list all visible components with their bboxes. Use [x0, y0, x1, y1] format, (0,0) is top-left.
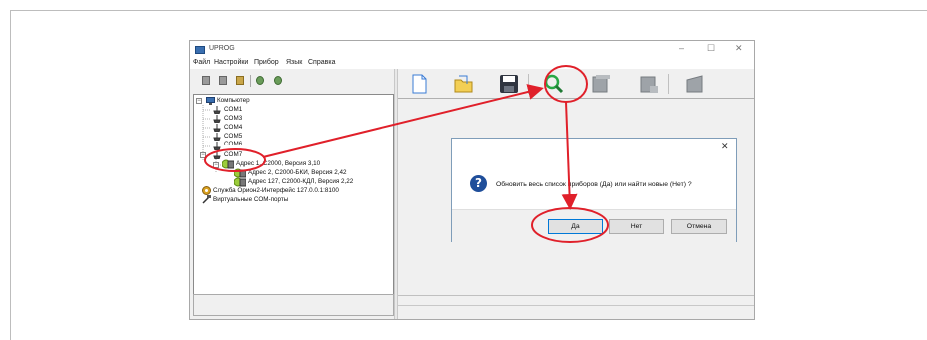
port-icon: [213, 115, 221, 123]
read-config-icon[interactable]: [590, 74, 612, 94]
computer-icon: [206, 97, 215, 105]
cancel-button[interactable]: Отмена: [671, 219, 727, 234]
menu-help[interactable]: Справка: [308, 59, 335, 66]
tree-item-device-127[interactable]: Адрес 127, С2000-КДЛ, Версия 2,22: [248, 178, 353, 185]
dialog-button-bar: Да Нет Отмена: [452, 209, 736, 243]
tree-item-com7[interactable]: COM7: [224, 151, 242, 158]
tree-item-virtual-ports[interactable]: Виртуальные COM-порты: [213, 196, 288, 203]
close-button[interactable]: ✕: [735, 43, 743, 54]
menu-file[interactable]: Файл: [193, 59, 210, 66]
menu-device[interactable]: Прибор: [254, 59, 279, 66]
write-config-icon[interactable]: [638, 74, 660, 94]
port-icon: [213, 142, 221, 150]
tree-collapse-com7[interactable]: −: [200, 152, 206, 158]
toolbar-separator: [528, 74, 529, 94]
app-icon: [195, 46, 205, 54]
window-title: UPROG: [209, 45, 235, 52]
port-icon: [213, 151, 221, 159]
tree-item-computer[interactable]: Компьютер: [217, 97, 250, 104]
tree-item-device-1[interactable]: Адрес 1, С2000, Версия 3,10: [236, 160, 320, 167]
tool-new-icon[interactable]: [202, 76, 210, 85]
menu-settings[interactable]: Настройки: [214, 59, 248, 66]
firmware-icon[interactable]: [684, 74, 706, 94]
service-icon: [202, 186, 211, 195]
menu-language[interactable]: Язык: [286, 59, 302, 66]
left-status-panel: [193, 294, 394, 316]
tree-item-device-2[interactable]: Адрес 2, С2000-БКИ, Версия 2,42: [248, 169, 347, 176]
port-icon: [213, 133, 221, 141]
tree-collapse-device-1[interactable]: −: [213, 162, 219, 168]
dialog-message: Обновить весь список приборов (Да) или н…: [496, 181, 692, 188]
tree-item-com3[interactable]: COM3: [224, 115, 242, 122]
tree-item-com1[interactable]: COM1: [224, 106, 242, 113]
port-icon: [213, 124, 221, 132]
dialog-close-button[interactable]: ✕: [721, 141, 729, 152]
minimize-button[interactable]: –: [679, 43, 684, 53]
tool-copy-icon[interactable]: [219, 76, 227, 85]
device-icon: [234, 177, 246, 187]
tool-remove-device-icon[interactable]: [274, 76, 282, 85]
search-device-icon[interactable]: [543, 74, 565, 94]
port-icon: [213, 106, 221, 114]
left-toolbar: [192, 70, 394, 92]
no-button[interactable]: Нет: [609, 219, 664, 234]
refresh-dialog: ✕ ? Обновить весь список приборов (Да) и…: [451, 138, 737, 243]
page-frame-left: [10, 10, 11, 340]
status-divider: [398, 305, 754, 306]
maximize-button[interactable]: ☐: [707, 43, 715, 54]
page-frame-top: [10, 10, 927, 11]
tree-item-service[interactable]: Служба Орион2-Интерфейс 127.0.0.1:8100: [213, 187, 339, 194]
toolbar-separator: [250, 75, 251, 87]
title-bar: UPROG – ☐ ✕: [190, 41, 754, 58]
tree-item-com5[interactable]: COM5: [224, 133, 242, 140]
tool-add-device-icon[interactable]: [256, 76, 264, 85]
save-icon[interactable]: [498, 74, 520, 94]
device-icon: [222, 159, 234, 169]
tree-collapse-computer[interactable]: −: [196, 98, 202, 104]
device-tree: − Компьютер COM1 COM3 COM4 COM5 COM6 − C…: [193, 94, 394, 296]
new-document-icon[interactable]: [408, 74, 430, 94]
virtual-ports-icon: [202, 195, 211, 204]
yes-button[interactable]: Да: [548, 219, 603, 234]
open-folder-icon[interactable]: [453, 74, 475, 94]
right-status-bar: [398, 295, 754, 320]
right-toolbar: [398, 70, 754, 97]
tool-edit-icon[interactable]: [236, 76, 244, 85]
menu-bar: Файл Настройки Прибор Язык Справка: [190, 58, 754, 69]
question-icon: ?: [470, 175, 487, 192]
tree-item-com4[interactable]: COM4: [224, 124, 242, 131]
toolbar-separator: [668, 74, 669, 94]
